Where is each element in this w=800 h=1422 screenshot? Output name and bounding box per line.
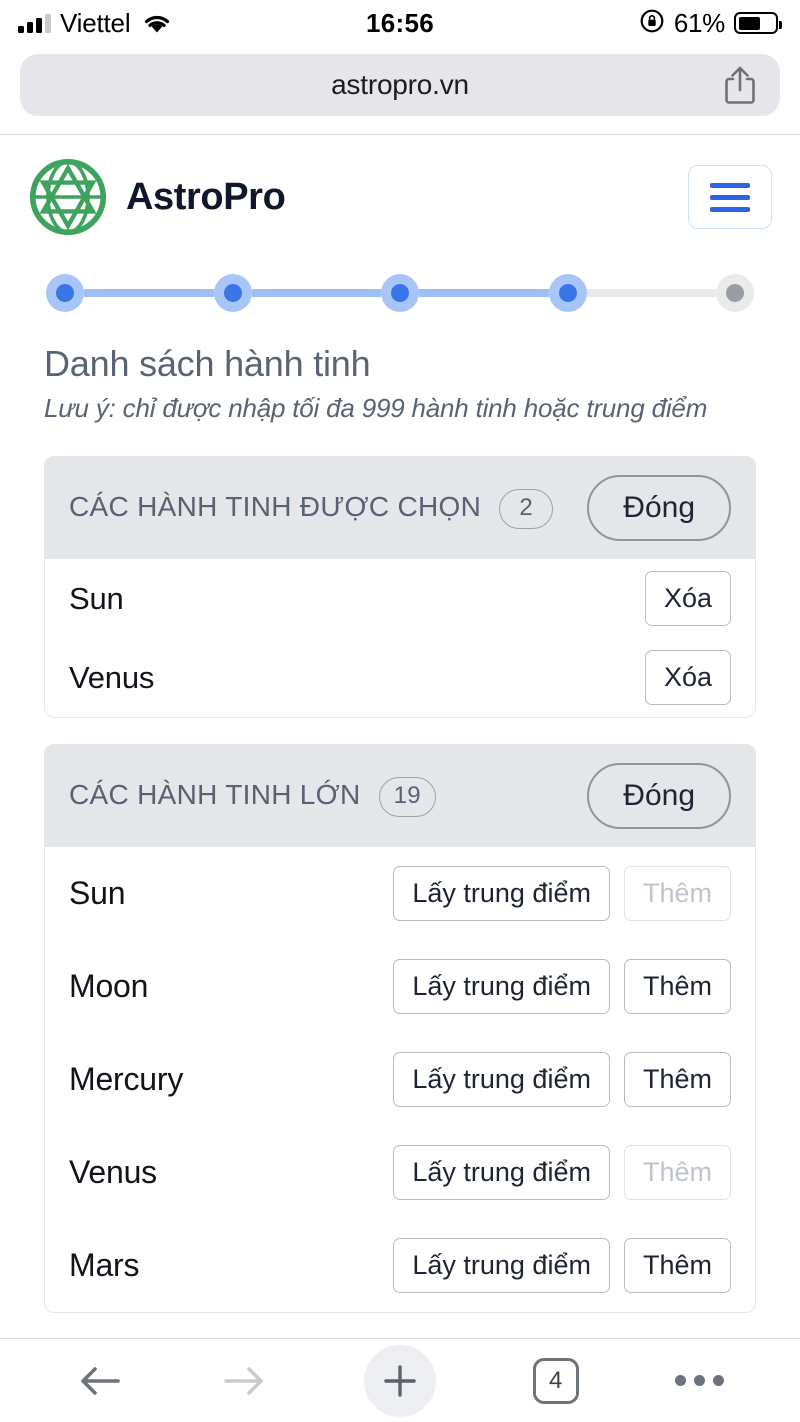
table-row: Sun Xóa	[45, 559, 755, 638]
forward-arrow-icon	[220, 1361, 268, 1401]
selected-planets-title: CÁC HÀNH TINH ĐƯỢC CHỌN 2	[69, 487, 587, 529]
major-planets-title-text: CÁC HÀNH TINH LỚN	[69, 779, 361, 811]
selected-planets-body: Sun Xóa Venus Xóa	[45, 559, 755, 717]
row-actions: Xóa	[644, 650, 731, 705]
row-actions: Lấy trung điểm Thêm	[393, 1145, 731, 1200]
major-planets-card: CÁC HÀNH TINH LỚN 19 Đóng Sun Lấy trung …	[44, 744, 756, 1313]
stepper-line-2	[251, 289, 381, 297]
astropro-hexagram-logo[interactable]	[28, 157, 108, 237]
add-button: Thêm	[623, 1145, 731, 1200]
midpoint-button[interactable]: Lấy trung điểm	[393, 1052, 610, 1107]
row-actions: Lấy trung điểm Thêm	[393, 1238, 731, 1293]
major-planets-close-button[interactable]: Đóng	[587, 763, 731, 829]
midpoint-button[interactable]: Lấy trung điểm	[393, 1238, 610, 1293]
share-icon[interactable]	[722, 64, 758, 106]
major-planets-header: CÁC HÀNH TINH LỚN 19 Đóng	[45, 745, 755, 847]
carrier-label: Viettel	[60, 7, 131, 38]
row-actions: Xóa	[644, 571, 731, 626]
planet-name: Venus	[69, 659, 155, 695]
browser-url-bar-container: astropro.vn	[0, 46, 800, 135]
wifi-icon	[141, 11, 173, 35]
stepper-dot-5[interactable]	[716, 274, 754, 312]
table-row: Mercury Lấy trung điểm Thêm	[45, 1033, 755, 1126]
selected-planets-header: CÁC HÀNH TINH ĐƯỢC CHỌN 2 Đóng	[45, 457, 755, 559]
planet-name: Mars	[69, 1247, 140, 1283]
stepper-dot-1[interactable]	[46, 274, 84, 312]
site-header: AstroPro	[0, 135, 800, 255]
new-tab-button[interactable]	[364, 1344, 437, 1417]
url-text[interactable]: astropro.vn	[42, 69, 758, 101]
more-dots-icon[interactable]	[674, 1375, 724, 1386]
stepper-dot-2[interactable]	[213, 274, 252, 312]
add-button[interactable]: Thêm	[623, 959, 731, 1014]
midpoint-button[interactable]: Lấy trung điểm	[393, 959, 610, 1014]
delete-button[interactable]: Xóa	[644, 571, 731, 626]
major-planets-title: CÁC HÀNH TINH LỚN 19	[69, 775, 587, 817]
table-row: Mars Lấy trung điểm Thêm	[45, 1219, 755, 1312]
stepper-dot-4[interactable]	[548, 274, 587, 312]
add-button[interactable]: Thêm	[623, 1052, 731, 1107]
table-row: Venus Xóa	[45, 638, 755, 717]
selected-planets-card: CÁC HÀNH TINH ĐƯỢC CHỌN 2 Đóng Sun Xóa V…	[44, 456, 756, 718]
browser-bottom-toolbar: 4	[0, 1338, 800, 1422]
add-button: Thêm	[623, 866, 731, 921]
selected-planets-count-badge: 2	[499, 488, 554, 529]
table-row: Moon Lấy trung điểm Thêm	[45, 940, 755, 1033]
delete-button[interactable]: Xóa	[644, 650, 731, 705]
tab-count-label[interactable]: 4	[532, 1357, 579, 1404]
planet-name: Mercury	[69, 1061, 184, 1097]
add-button[interactable]: Thêm	[623, 1238, 731, 1293]
tab-count-button[interactable]: 4	[532, 1357, 579, 1404]
planet-name: Moon	[69, 968, 149, 1004]
brand-title: AstroPro	[126, 175, 286, 218]
url-bar[interactable]: astropro.vn	[20, 54, 780, 116]
row-actions: Lấy trung điểm Thêm	[393, 866, 731, 921]
battery-percent-label: 61%	[673, 7, 725, 38]
planet-name: Venus	[69, 1154, 157, 1190]
signal-bars-icon	[18, 13, 51, 33]
stepper-line-3	[419, 289, 549, 297]
status-bar-right: 61%	[639, 7, 782, 39]
stepper-line-4	[586, 289, 716, 297]
selected-planets-close-button[interactable]: Đóng	[587, 475, 731, 541]
row-actions: Lấy trung điểm Thêm	[393, 959, 731, 1014]
browser-viewport: Viettel 16:56 61% astropro.vn AstroPro D…	[0, 0, 800, 1422]
midpoint-button[interactable]: Lấy trung điểm	[393, 866, 610, 921]
table-row: Venus Lấy trung điểm Thêm	[45, 1126, 755, 1219]
cards-container: CÁC HÀNH TINH ĐƯỢC CHỌN 2 Đóng Sun Xóa V…	[0, 424, 800, 1313]
page-note: Lưu ý: chỉ được nhập tối đa 999 hành tin…	[44, 393, 708, 423]
hamburger-menu-icon[interactable]	[688, 165, 772, 229]
major-planets-count-badge: 19	[378, 776, 436, 817]
page-title: Danh sách hành tinh	[44, 343, 371, 384]
midpoint-button[interactable]: Lấy trung điểm	[393, 1145, 610, 1200]
battery-icon	[734, 12, 782, 34]
row-actions: Lấy trung điểm Thêm	[393, 1052, 731, 1107]
back-arrow-icon[interactable]	[76, 1361, 124, 1401]
page-content: AstroPro Danh sách hành tinh Lưu ý: chỉ …	[0, 135, 800, 1389]
rotation-lock-icon	[639, 8, 665, 39]
status-bar-left: Viettel	[18, 8, 173, 39]
planet-name: Sun	[69, 580, 124, 616]
planet-name: Sun	[69, 875, 126, 911]
major-planets-body: Sun Lấy trung điểm Thêm Moon Lấy trung đ…	[45, 847, 755, 1312]
selected-planets-title-text: CÁC HÀNH TINH ĐƯỢC CHỌN	[69, 491, 482, 523]
stepper-dot-3[interactable]	[381, 274, 419, 312]
plus-icon[interactable]	[364, 1344, 437, 1417]
table-row: Sun Lấy trung điểm Thêm	[45, 847, 755, 940]
stepper-line-1	[84, 289, 214, 297]
status-bar: Viettel 16:56 61%	[0, 0, 800, 46]
progress-stepper	[46, 269, 754, 317]
